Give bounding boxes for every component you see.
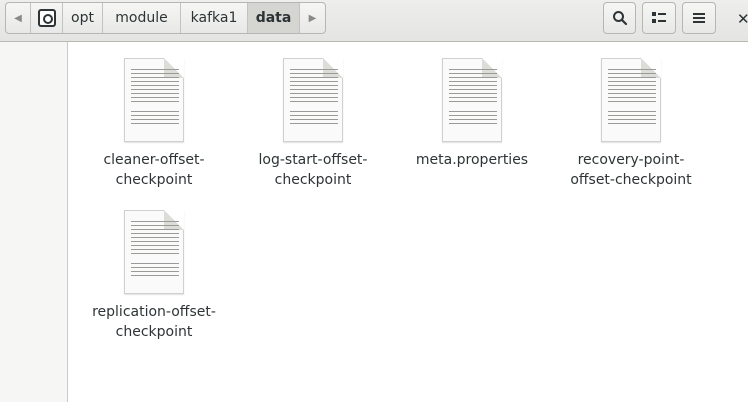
breadcrumb-item-module[interactable]: module	[103, 3, 181, 33]
close-icon: ✕	[737, 10, 748, 28]
breadcrumb: ◀ opt module kafka1 data ▶	[5, 2, 326, 34]
file-item[interactable]: cleaner-offset- checkpoint	[79, 58, 229, 190]
view-options-icon	[652, 12, 666, 23]
text-file-icon	[442, 58, 502, 142]
text-file-icon	[601, 58, 661, 142]
search-icon	[612, 11, 627, 26]
file-name: cleaner-offset- checkpoint	[103, 152, 205, 188]
text-file-icon	[124, 210, 184, 294]
file-item[interactable]: replication-offset- checkpoint	[79, 210, 229, 342]
text-file-icon	[283, 58, 343, 142]
file-item[interactable]: recovery-point- offset-checkpoint	[556, 58, 706, 190]
breadcrumb-item-kafka1[interactable]: kafka1	[181, 3, 248, 33]
header-bar: ◀ opt module kafka1 data ▶ ✕	[0, 0, 748, 42]
view-options-button[interactable]	[642, 2, 676, 34]
file-item[interactable]: meta.properties	[397, 58, 547, 170]
file-name: meta.properties	[415, 152, 529, 168]
home-folder-icon	[37, 9, 56, 27]
breadcrumb-item-data[interactable]: data	[248, 3, 300, 33]
close-button[interactable]: ✕	[737, 10, 748, 28]
forward-button[interactable]: ▶	[300, 3, 325, 33]
hamburger-menu-icon	[693, 13, 705, 23]
chevron-left-icon: ◀	[14, 12, 22, 24]
file-item[interactable]: log-start-offset- checkpoint	[238, 58, 388, 190]
breadcrumb-item-opt[interactable]: opt	[63, 3, 103, 33]
file-name: log-start-offset- checkpoint	[258, 152, 368, 188]
menu-button[interactable]	[682, 2, 716, 34]
home-folder-button[interactable]	[31, 3, 63, 33]
text-file-icon	[124, 58, 184, 142]
sidebar	[0, 42, 68, 402]
file-name: recovery-point- offset-checkpoint	[570, 152, 692, 188]
back-button[interactable]: ◀	[6, 3, 31, 33]
chevron-right-icon: ▶	[308, 12, 317, 24]
search-button[interactable]	[603, 2, 636, 34]
file-name: replication-offset- checkpoint	[92, 304, 216, 340]
file-grid: cleaner-offset- checkpoint log-start-off…	[68, 42, 748, 402]
